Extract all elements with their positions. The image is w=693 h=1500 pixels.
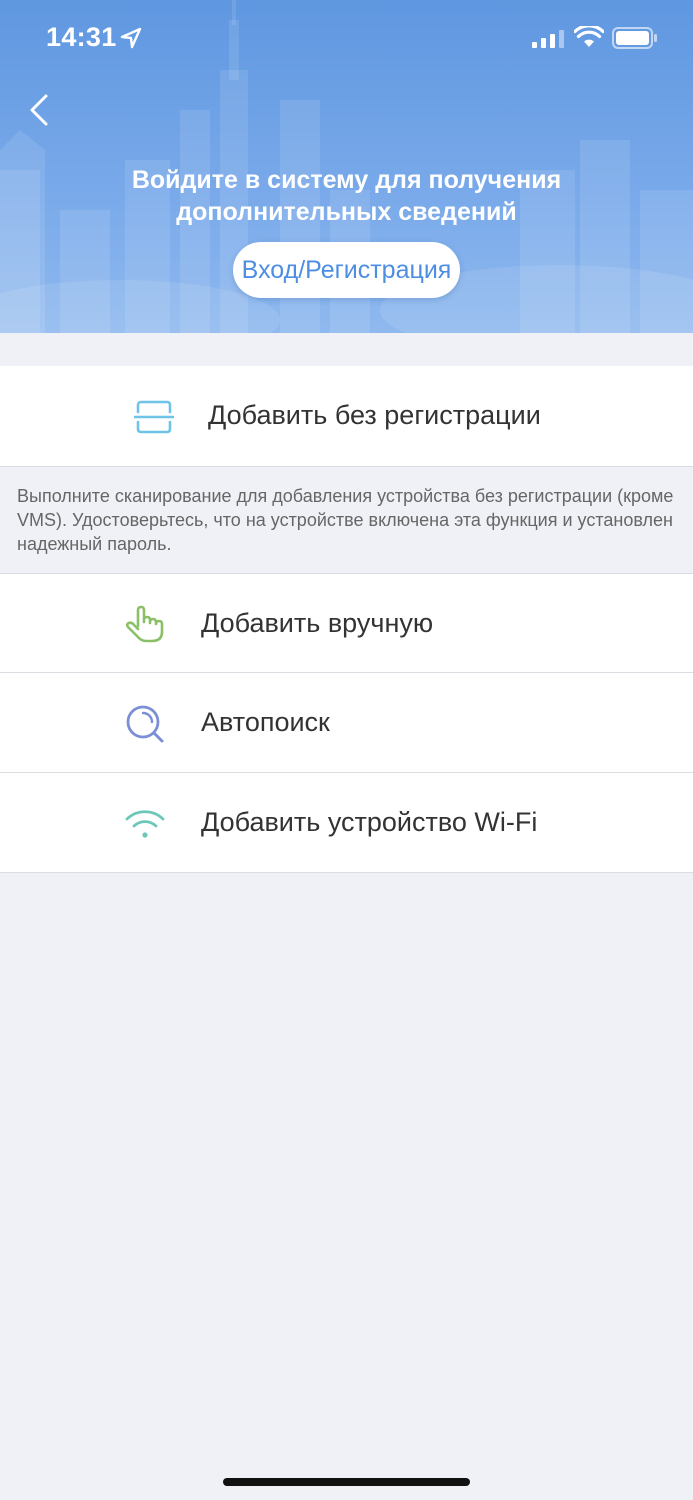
login-register-button[interactable]: Вход/Регистрация [233,242,460,298]
scan-hint-text: Выполните сканирование для добавления ус… [17,486,674,554]
login-header: 14:31 Войдите в систему для получения до… [0,0,693,333]
login-register-label: Вход/Регистрация [241,256,452,284]
login-prompt-text: Войдите в систему для получения дополнит… [0,164,693,228]
search-icon [126,705,164,743]
status-bar: 14:31 [0,0,693,76]
scan-icon [134,400,174,434]
login-prompt-line1: Войдите в систему для получения [131,166,562,194]
home-indicator [223,1478,470,1486]
hand-pointer-icon [125,605,164,643]
status-time: 14:31 [46,22,117,52]
add-wifi-device-row[interactable]: Добавить устройство Wi-Fi [0,773,693,873]
auto-search-row[interactable]: Автопоиск [0,673,693,773]
wifi-icon [125,810,165,838]
login-prompt-line2: дополнительных сведений [176,198,517,226]
add-manually-label: Добавить вручную [201,608,434,638]
cellular-signal-icon [532,30,564,48]
add-manually-row[interactable]: Добавить вручную [0,574,693,673]
battery-icon [612,27,657,49]
location-arrow-icon [120,27,142,49]
auto-search-label: Автопоиск [201,707,330,737]
wifi-icon [574,26,604,47]
add-without-registration-label: Добавить без регистрации [208,400,541,430]
add-without-registration-row[interactable]: Добавить без регистрации [0,366,693,467]
add-wifi-device-label: Добавить устройство Wi-Fi [201,807,538,837]
back-button[interactable] [24,92,56,128]
